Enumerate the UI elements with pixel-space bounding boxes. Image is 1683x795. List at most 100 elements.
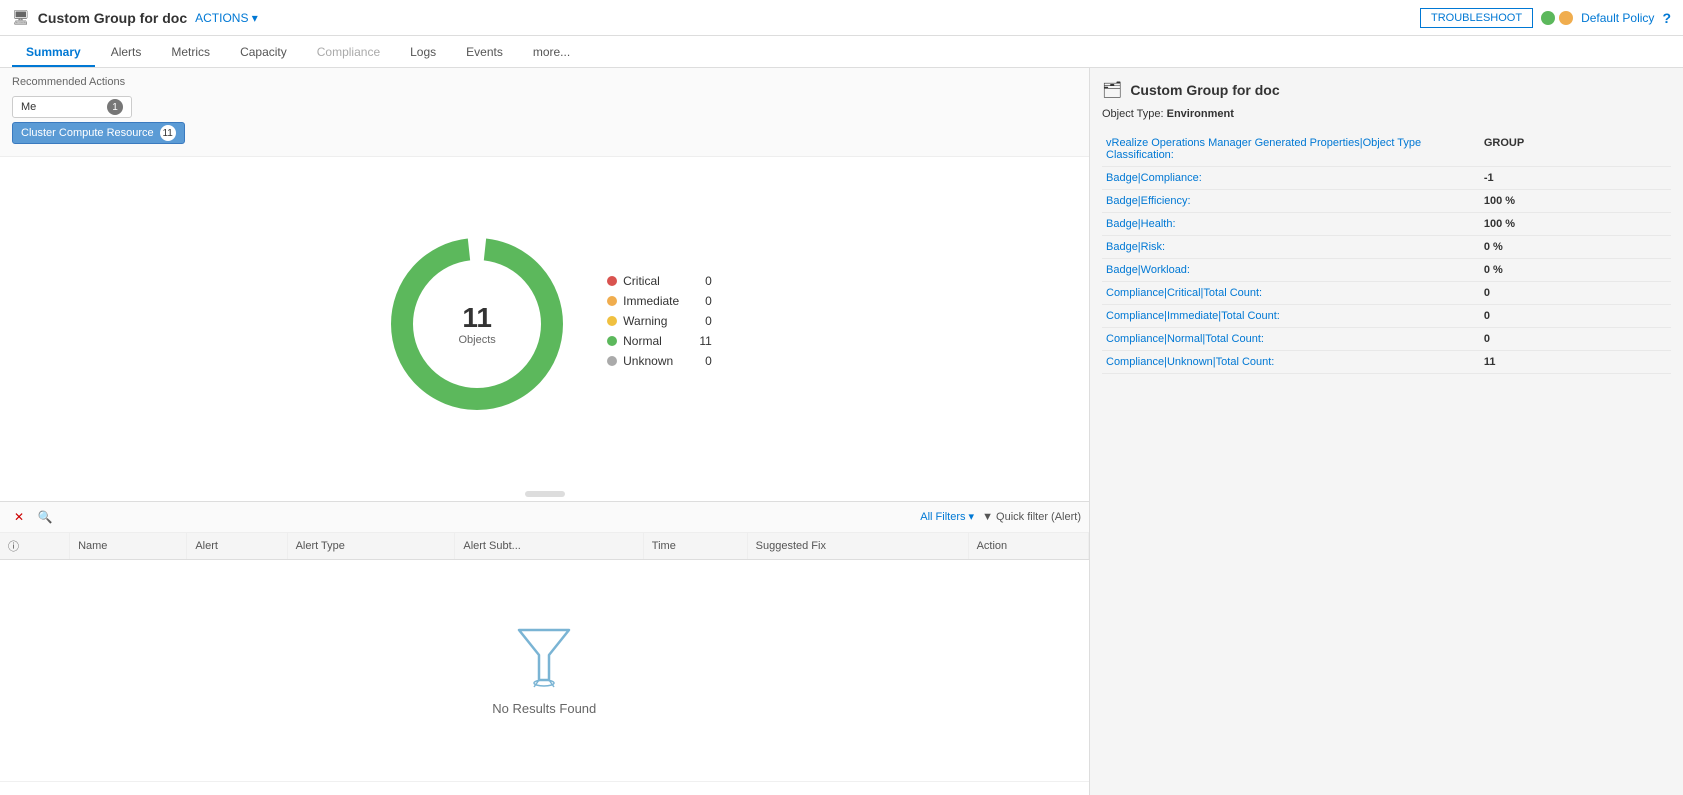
legend-label-unknown: Unknown xyxy=(623,354,673,368)
status-dot-green xyxy=(1541,11,1555,25)
legend: Critical 0 Immediate 0 Warning 0 Normal … xyxy=(607,274,712,374)
status-icons xyxy=(1541,11,1573,25)
tab-metrics[interactable]: Metrics xyxy=(157,39,224,67)
property-value: 0 xyxy=(1472,282,1671,305)
default-policy-link[interactable]: Default Policy xyxy=(1581,11,1654,25)
legend-unknown: Unknown 0 xyxy=(607,354,712,368)
property-key: Badge|Workload: xyxy=(1102,259,1472,282)
toolbar-left: ✕ 🔍 xyxy=(8,506,56,528)
property-value: 0 % xyxy=(1472,236,1671,259)
property-row: Compliance|Normal|Total Count: 0 xyxy=(1102,328,1671,351)
col-name[interactable]: Name xyxy=(70,533,187,560)
property-row: Compliance|Unknown|Total Count: 11 xyxy=(1102,351,1671,374)
top-bar: 🖥 Custom Group for doc ACTIONS ▾ TROUBLE… xyxy=(0,0,1683,36)
page-title: Custom Group for doc xyxy=(38,10,187,26)
donut-objects-label: Objects xyxy=(458,334,495,346)
scroll-indicator xyxy=(0,491,1089,501)
tab-capacity[interactable]: Capacity xyxy=(226,39,301,67)
col-indicator: ⓘ xyxy=(0,533,70,560)
legend-label-immediate: Immediate xyxy=(623,294,679,308)
all-filters-button[interactable]: All Filters ▾ xyxy=(920,510,974,523)
legend-critical: Critical 0 xyxy=(607,274,712,288)
property-value: 11 xyxy=(1472,351,1671,374)
filter-cluster-label: Cluster Compute Resource xyxy=(21,127,154,139)
tab-bar: Summary Alerts Metrics Capacity Complian… xyxy=(0,36,1683,68)
filter-cluster[interactable]: Cluster Compute Resource 11 xyxy=(12,122,185,144)
legend-label-normal: Normal xyxy=(623,334,662,348)
legend-immediate: Immediate 0 xyxy=(607,294,712,308)
property-key: Badge|Health: xyxy=(1102,213,1472,236)
property-value: 100 % xyxy=(1472,190,1671,213)
property-value: 0 % xyxy=(1472,259,1671,282)
table-area: ⓘ Name Alert Alert Type Alert Subt... Ti… xyxy=(0,533,1089,795)
legend-normal: Normal 11 xyxy=(607,334,712,348)
col-suggested-fix[interactable]: Suggested Fix xyxy=(747,533,968,560)
property-row: vRealize Operations Manager Generated Pr… xyxy=(1102,132,1671,167)
help-button[interactable]: ? xyxy=(1662,10,1671,26)
scroll-bar xyxy=(525,491,565,497)
col-action[interactable]: Action xyxy=(968,533,1088,560)
property-key: Compliance|Unknown|Total Count: xyxy=(1102,351,1472,374)
property-row: Compliance|Immediate|Total Count: 0 xyxy=(1102,305,1671,328)
legend-label-warning: Warning xyxy=(623,314,667,328)
search-button[interactable]: 🔍 xyxy=(34,506,56,528)
actions-button[interactable]: ACTIONS ▾ xyxy=(195,11,258,25)
property-key: Badge|Risk: xyxy=(1102,236,1472,259)
col-alert-type[interactable]: Alert Type xyxy=(287,533,455,560)
right-panel-header: 🗂 Custom Group for doc xyxy=(1102,80,1671,100)
object-type: Object Type: Environment xyxy=(1102,108,1671,120)
properties-table: vRealize Operations Manager Generated Pr… xyxy=(1102,132,1671,374)
tab-events[interactable]: Events xyxy=(452,39,517,67)
no-results: No Results Found xyxy=(8,565,1081,776)
bottom-section: ✕ 🔍 All Filters ▾ ▼ Quick filter (Alert)… xyxy=(0,501,1089,795)
legend-value-immediate: 0 xyxy=(685,294,712,308)
legend-value-normal: 11 xyxy=(679,334,711,348)
property-row: Badge|Compliance: -1 xyxy=(1102,167,1671,190)
property-value: -1 xyxy=(1472,167,1671,190)
top-bar-right: TROUBLESHOOT Default Policy ? xyxy=(1420,8,1671,28)
property-key: Compliance|Immediate|Total Count: xyxy=(1102,305,1472,328)
property-row: Badge|Efficiency: 100 % xyxy=(1102,190,1671,213)
property-key: Badge|Compliance: xyxy=(1102,167,1472,190)
legend-dot-warning xyxy=(607,316,617,326)
tab-summary[interactable]: Summary xyxy=(12,39,95,67)
bottom-toolbar: ✕ 🔍 All Filters ▾ ▼ Quick filter (Alert) xyxy=(0,502,1089,533)
col-time[interactable]: Time xyxy=(643,533,747,560)
panel-icon: 🗂 xyxy=(1102,80,1122,100)
legend-value-warning: 0 xyxy=(685,314,712,328)
legend-dot-immediate xyxy=(607,296,617,306)
legend-dot-normal xyxy=(607,336,617,346)
donut-label: 11 Objects xyxy=(458,302,495,346)
quick-filter-button[interactable]: ▼ Quick filter (Alert) xyxy=(982,511,1081,523)
left-panel: Recommended Actions Me 1 Cluster Compute… xyxy=(0,68,1090,795)
property-value: 100 % xyxy=(1472,213,1671,236)
legend-dot-unknown xyxy=(607,356,617,366)
legend-warning: Warning 0 xyxy=(607,314,712,328)
object-type-value: Environment xyxy=(1167,108,1234,120)
tab-more[interactable]: more... xyxy=(519,39,584,67)
donut-chart: 11 Objects xyxy=(377,224,577,424)
filter-me-label: Me xyxy=(21,101,36,113)
property-value: 0 xyxy=(1472,328,1671,351)
col-alert-subtype[interactable]: Alert Subt... xyxy=(455,533,643,560)
chart-area: 11 Objects Critical 0 Immediate 0 Warn xyxy=(0,157,1089,491)
tab-logs[interactable]: Logs xyxy=(396,39,450,67)
property-value: GROUP xyxy=(1472,132,1671,167)
legend-value-unknown: 0 xyxy=(685,354,712,368)
property-row: Badge|Risk: 0 % xyxy=(1102,236,1671,259)
no-results-text: No Results Found xyxy=(492,701,596,716)
legend-value-critical: 0 xyxy=(685,274,712,288)
clear-filter-button[interactable]: ✕ xyxy=(8,506,30,528)
property-row: Badge|Workload: 0 % xyxy=(1102,259,1671,282)
filter-cluster-badge: 11 xyxy=(160,125,176,141)
property-value: 0 xyxy=(1472,305,1671,328)
status-dot-yellow xyxy=(1559,11,1573,25)
filter-me[interactable]: Me 1 xyxy=(12,96,132,118)
tab-compliance: Compliance xyxy=(303,39,394,67)
legend-label-critical: Critical xyxy=(623,274,660,288)
tab-alerts[interactable]: Alerts xyxy=(97,39,156,67)
toolbar-right: All Filters ▾ ▼ Quick filter (Alert) xyxy=(920,510,1081,523)
troubleshoot-button[interactable]: TROUBLESHOOT xyxy=(1420,8,1533,28)
recommended-actions: Recommended Actions Me 1 Cluster Compute… xyxy=(0,68,1089,157)
col-alert[interactable]: Alert xyxy=(187,533,287,560)
